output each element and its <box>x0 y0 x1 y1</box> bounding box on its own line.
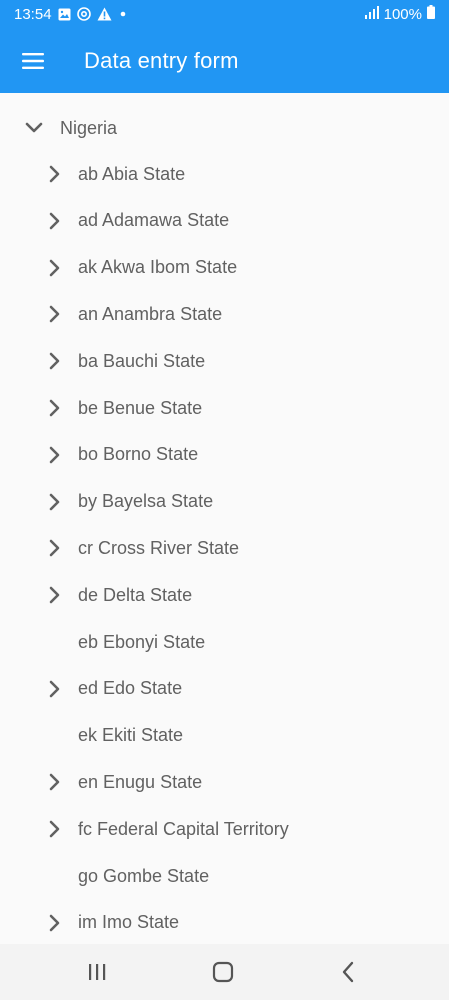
tree-item[interactable]: eb Ebonyi State <box>0 619 449 665</box>
tree-item-label: im Imo State <box>78 912 180 933</box>
back-icon[interactable] <box>334 958 362 986</box>
warning-icon <box>97 7 112 21</box>
tree-item-label: an Anambra State <box>78 303 223 324</box>
chevron-right-icon[interactable] <box>44 492 64 517</box>
chevron-right-icon[interactable] <box>44 538 64 563</box>
tree-item[interactable]: im Imo State <box>0 900 449 944</box>
chevron-right-icon[interactable] <box>44 913 64 938</box>
tree-item[interactable]: an Anambra State <box>0 291 449 337</box>
recents-icon[interactable] <box>83 958 111 986</box>
tree-item-label: ak Akwa Ibom State <box>78 257 238 278</box>
tree-item-label: ek Ekiti State <box>78 725 184 746</box>
tree-item-label: ba Bauchi State <box>78 350 206 371</box>
image-icon <box>58 8 71 21</box>
tree-item-label: bo Borno State <box>78 444 199 465</box>
signal-icon <box>364 5 379 23</box>
chevron-right-icon[interactable] <box>44 819 64 844</box>
tree-item-label: en Enugu State <box>78 771 203 792</box>
battery-percentage: 100% <box>383 5 422 23</box>
chevron-right-icon[interactable] <box>44 398 64 423</box>
tree-item-label: eb Ebonyi State <box>78 631 206 652</box>
tree-item-label: fc Federal Capital Territory <box>78 818 289 839</box>
chevron-right-icon[interactable] <box>44 304 64 329</box>
hamburger-menu-icon[interactable] <box>0 28 66 93</box>
dot-icon <box>118 7 128 21</box>
home-icon[interactable] <box>209 958 237 986</box>
tree-root-node[interactable]: Nigeria <box>0 105 449 151</box>
chevron-down-icon[interactable] <box>24 118 44 143</box>
tree-item[interactable]: bo Borno State <box>0 432 449 478</box>
chevron-right-icon[interactable] <box>44 772 64 797</box>
chevron-right-icon[interactable] <box>44 164 64 189</box>
tree-item-label: go Gombe State <box>78 865 210 886</box>
chevron-right-icon[interactable] <box>44 258 64 283</box>
tree-item[interactable]: ed Edo State <box>0 666 449 712</box>
tree-item[interactable]: be Benue State <box>0 385 449 431</box>
tree-item[interactable]: ak Akwa Ibom State <box>0 245 449 291</box>
status-bar: 13:54 100% <box>0 0 449 28</box>
tree-item[interactable]: by Bayelsa State <box>0 479 449 525</box>
status-time: 13:54 <box>14 5 52 23</box>
tree-view: Nigeria ab Abia State ad Adamawa State ak … <box>0 93 449 944</box>
tree-item-label: cr Cross River State <box>78 537 240 558</box>
tree-item-label: ab Abia State <box>78 163 186 184</box>
tree-item-label: be Benue State <box>78 397 203 418</box>
tree-item[interactable]: fc Federal Capital Territory <box>0 806 449 852</box>
system-nav-bar <box>0 944 449 1000</box>
tree-item-label: de Delta State <box>78 584 193 605</box>
tree-item[interactable]: ab Abia State <box>0 151 449 197</box>
tree-item[interactable]: go Gombe State <box>0 853 449 899</box>
tree-root-label: Nigeria <box>60 117 118 138</box>
tree-item[interactable]: de Delta State <box>0 572 449 618</box>
chevron-right-icon[interactable] <box>44 679 64 704</box>
tree-item[interactable]: ad Adamawa State <box>0 198 449 244</box>
tree-item[interactable]: en Enugu State <box>0 759 449 805</box>
tree-item[interactable]: cr Cross River State <box>0 525 449 571</box>
at-sign-icon <box>76 7 91 21</box>
tree-item-label: ed Edo State <box>78 678 183 699</box>
page-title: Data entry form <box>84 47 239 73</box>
tree-item[interactable]: ba Bauchi State <box>0 338 449 384</box>
tree-item-label: by Bayelsa State <box>78 491 214 512</box>
chevron-right-icon[interactable] <box>44 445 64 470</box>
tree-item[interactable]: ek Ekiti State <box>0 713 449 759</box>
chevron-right-icon[interactable] <box>44 351 64 376</box>
chevron-right-icon[interactable] <box>44 585 64 610</box>
chevron-right-icon[interactable] <box>44 211 64 236</box>
app-bar: Data entry form <box>0 28 449 93</box>
tree-item-label: ad Adamawa State <box>78 210 230 231</box>
battery-icon <box>427 5 435 23</box>
